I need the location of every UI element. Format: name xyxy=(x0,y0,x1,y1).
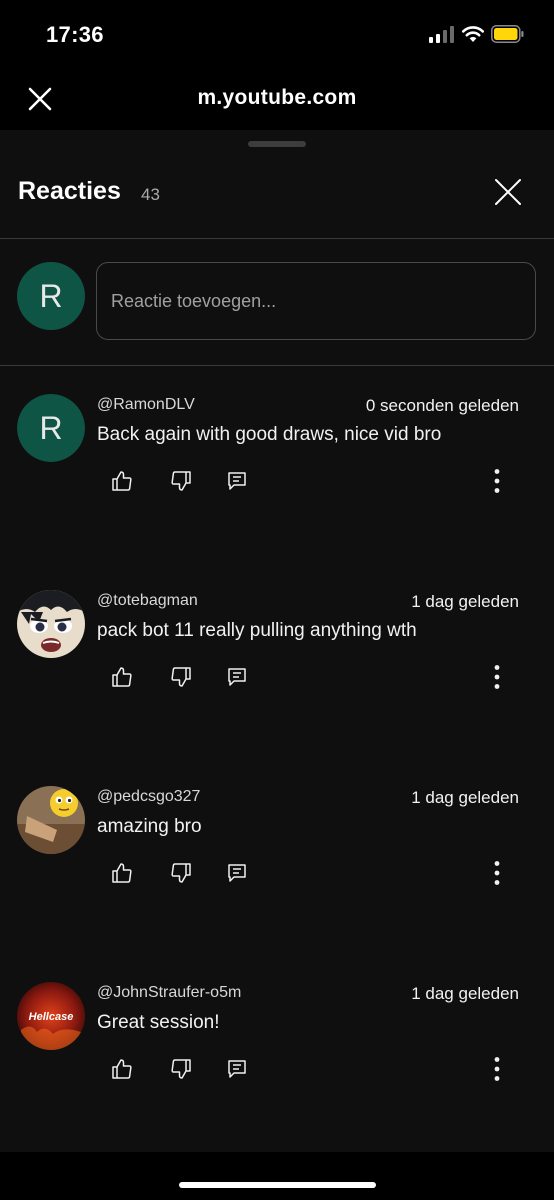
signal-icon xyxy=(429,25,455,43)
avatar: R xyxy=(17,262,85,330)
dislike-icon[interactable] xyxy=(170,862,192,884)
comment-item: R @RamonDLV 0 seconden geleden Back agai… xyxy=(0,394,554,554)
comment-author[interactable]: @RamonDLV xyxy=(97,396,195,414)
comment-item: @totebagman 1 dag geleden pack bot 11 re… xyxy=(0,590,554,750)
reply-icon[interactable] xyxy=(226,470,248,492)
bottom-bar xyxy=(0,1152,554,1200)
comment-time: 1 dag geleden xyxy=(411,788,519,807)
sheet-title: Reacties xyxy=(18,177,121,205)
browser-header: m.youtube.com xyxy=(0,70,554,130)
wifi-icon xyxy=(461,26,485,42)
comment-item: Hellcase @JohnStraufer-o5m 1 dag geleden… xyxy=(0,982,554,1142)
dislike-icon[interactable] xyxy=(170,470,192,492)
avatar-image xyxy=(17,590,85,658)
comment-item: @pedcsgo327 1 dag geleden amazing bro xyxy=(0,786,554,946)
screen: 17:36 m.youtube.com Reacties 43 R Reacti… xyxy=(0,0,554,1200)
reply-icon[interactable] xyxy=(226,862,248,884)
comment-text: amazing bro xyxy=(97,816,202,837)
comment-time: 1 dag geleden xyxy=(411,592,519,611)
avatar-image xyxy=(17,786,85,854)
comment-time: 0 seconden geleden xyxy=(365,396,519,415)
more-icon[interactable] xyxy=(486,468,508,494)
avatar[interactable]: R xyxy=(17,394,85,462)
drag-handle[interactable] xyxy=(248,141,306,147)
reply-icon[interactable] xyxy=(226,666,248,688)
comment-text: pack bot 11 really pulling anything wth xyxy=(97,620,417,641)
avatar[interactable]: Hellcase xyxy=(17,982,85,1050)
comment-text: Great session! xyxy=(97,1012,220,1033)
more-icon[interactable] xyxy=(486,860,508,886)
comment-count: 43 xyxy=(141,185,160,204)
avatar-image: Hellcase xyxy=(17,982,85,1050)
dislike-icon[interactable] xyxy=(170,1058,192,1080)
more-icon[interactable] xyxy=(486,1056,508,1082)
avatar[interactable] xyxy=(17,786,85,854)
page-url: m.youtube.com xyxy=(197,86,357,109)
divider xyxy=(0,365,554,366)
status-bar: 17:36 xyxy=(0,0,554,70)
like-icon[interactable] xyxy=(111,666,133,688)
like-icon[interactable] xyxy=(111,470,133,492)
comment-author[interactable]: @JohnStraufer-o5m xyxy=(97,984,241,1002)
comment-text: Back again with good draws, nice vid bro xyxy=(97,424,442,445)
reply-icon[interactable] xyxy=(226,1058,248,1080)
comment-input[interactable] xyxy=(96,262,536,340)
like-icon[interactable] xyxy=(111,862,133,884)
home-indicator[interactable] xyxy=(179,1182,376,1188)
close-icon[interactable] xyxy=(494,178,522,206)
battery-icon xyxy=(491,25,524,43)
divider xyxy=(0,238,554,239)
comment-author[interactable]: @pedcsgo327 xyxy=(97,788,200,806)
avatar-letter: R xyxy=(17,394,85,462)
more-icon[interactable] xyxy=(486,664,508,690)
dislike-icon[interactable] xyxy=(170,666,192,688)
avatar-logo-text: Hellcase xyxy=(29,1011,74,1023)
comments-sheet: Reacties 43 R R @RamonDLV 0 seconden gel… xyxy=(0,130,554,1152)
comment-author[interactable]: @totebagman xyxy=(97,592,198,610)
status-time: 17:36 xyxy=(46,22,104,47)
like-icon[interactable] xyxy=(111,1058,133,1080)
avatar[interactable] xyxy=(17,590,85,658)
comment-time: 1 dag geleden xyxy=(411,984,519,1003)
